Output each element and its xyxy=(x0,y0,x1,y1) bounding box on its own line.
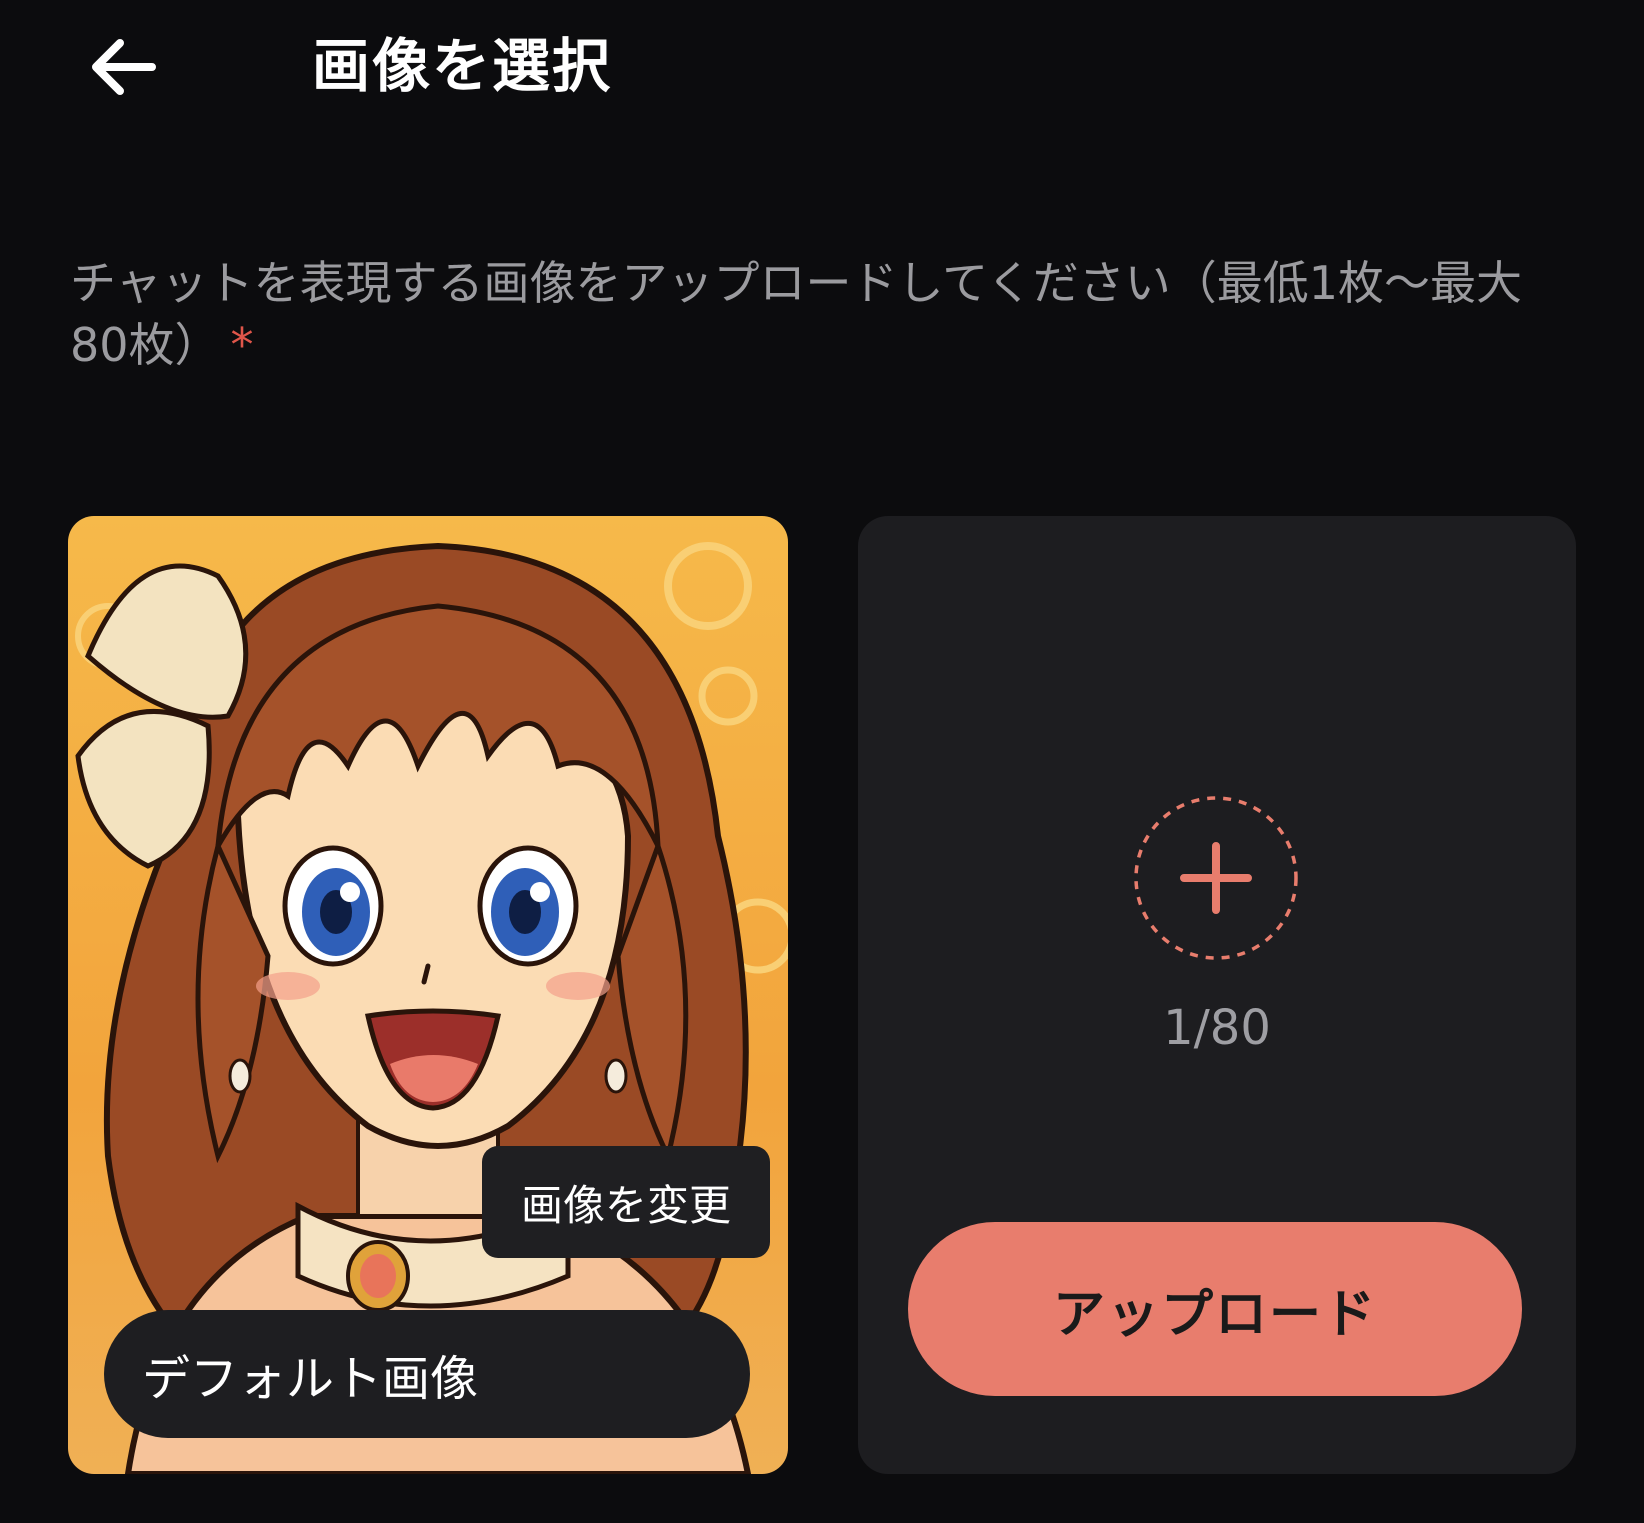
add-image-button[interactable] xyxy=(1132,794,1300,962)
select-image-screen: 画像を選択 チャットを表現する画像をアップロードしてください（最低1枚〜最大80… xyxy=(0,0,1644,1523)
change-image-button[interactable]: 画像を変更 xyxy=(482,1146,770,1258)
default-image-card[interactable]: 画像を変更 デフォルト画像 xyxy=(68,516,788,1474)
plus-icon xyxy=(1134,796,1298,960)
back-button[interactable] xyxy=(78,24,168,110)
instruction-text: チャットを表現する画像をアップロードしてください（最低1枚〜最大80枚） * xyxy=(70,252,1540,376)
required-mark: * xyxy=(230,318,254,372)
upload-card: 1/80 アップロード xyxy=(858,516,1576,1474)
page-title: 画像を選択 xyxy=(312,32,613,100)
arrow-left-icon xyxy=(92,39,156,95)
instruction-label: チャットを表現する画像をアップロードしてください（最低1枚〜最大80枚） xyxy=(70,256,1523,372)
upload-button[interactable]: アップロード xyxy=(908,1222,1522,1396)
default-image-label: デフォルト画像 xyxy=(104,1310,750,1438)
image-counter: 1/80 xyxy=(1163,1000,1271,1056)
